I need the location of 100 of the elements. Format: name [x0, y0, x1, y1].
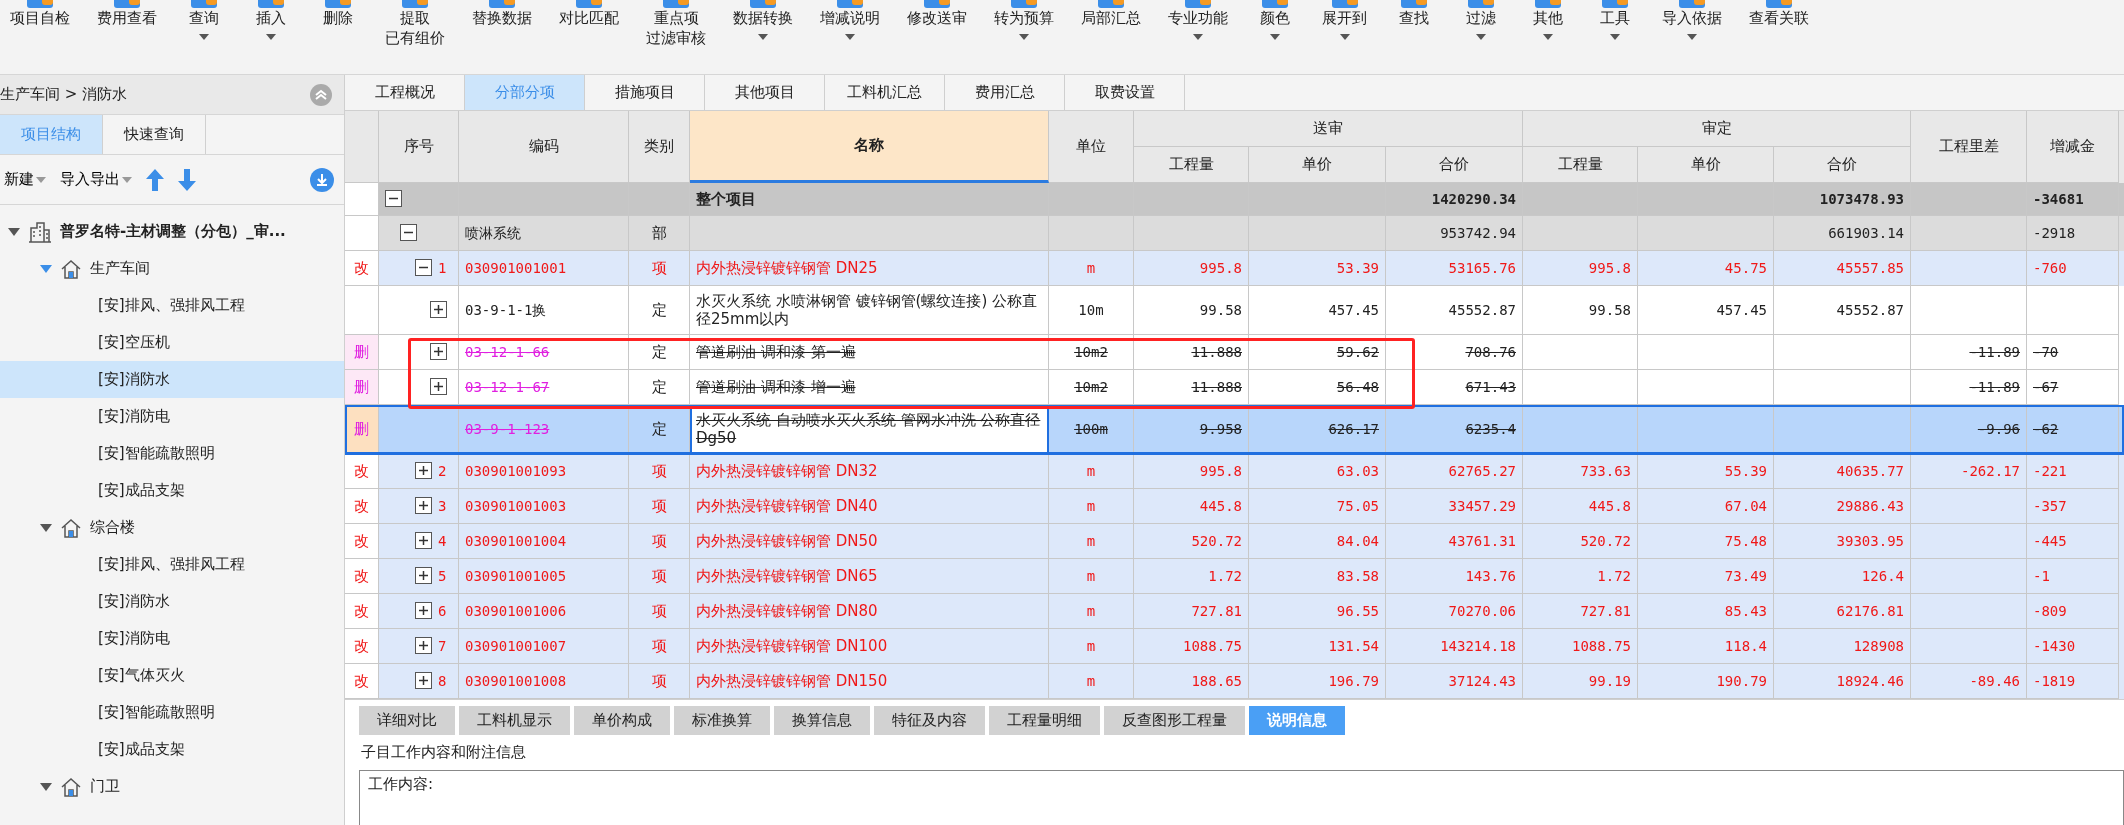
tree-item[interactable]: [安]排风、强排风工程	[0, 287, 344, 324]
code-cell: 030901001093	[459, 453, 629, 489]
collapse-icon[interactable]	[400, 224, 417, 242]
toolbar-button[interactable]: 删除	[316, 0, 360, 28]
column-header[interactable]: 工程里差	[1911, 110, 2027, 183]
expand-icon[interactable]	[415, 462, 432, 480]
tree-item[interactable]: [安]成品支架	[0, 731, 344, 768]
expand-icon[interactable]	[415, 602, 432, 620]
tree-item[interactable]: [安]消防电	[0, 398, 344, 435]
tree-item[interactable]: [安]气体灭火	[0, 657, 344, 694]
column-header[interactable]: 单价	[1638, 146, 1774, 183]
text-area[interactable]: 工作内容:	[359, 770, 2124, 825]
expand-icon[interactable]	[415, 637, 432, 655]
table-row[interactable]: 改 8 030901001008 项 内外热浸锌镀锌钢管 DN150 m 188.65 196.79 37124.43 99.19 190.79 18924.46 -89.46 -1819	[345, 663, 2124, 699]
tree-item[interactable]: 门卫	[0, 768, 344, 805]
tree-item[interactable]: [安]成品支架	[0, 472, 344, 509]
number-cell: 445.8	[1134, 488, 1249, 524]
expand-icon[interactable]	[415, 532, 432, 550]
tab[interactable]: 详细对比	[359, 705, 455, 736]
expand-icon[interactable]	[430, 343, 447, 361]
tree-item[interactable]: [安]消防水	[0, 361, 344, 398]
table-row[interactable]: 喷淋系统 部 953742.94 661903.14 -2918	[345, 215, 2124, 251]
column-header[interactable]: 合价	[1386, 146, 1523, 183]
tab[interactable]: 反查图形工程量	[1104, 705, 1245, 736]
toolbar-button[interactable]: 过滤	[1459, 0, 1503, 40]
toolbar-button[interactable]: 增减说明	[818, 0, 882, 40]
menu-button[interactable]: 新建	[4, 170, 46, 189]
tree-item[interactable]: [安]消防电	[0, 620, 344, 657]
toolbar-button[interactable]: 对比匹配	[557, 0, 621, 28]
expand-icon[interactable]	[415, 497, 432, 515]
toolbar-button[interactable]: 插入	[249, 0, 293, 40]
caret-icon[interactable]	[8, 227, 20, 236]
toolbar-button[interactable]: 替换数据	[470, 0, 534, 28]
toolbar-button[interactable]: 专业功能	[1166, 0, 1230, 40]
column-header[interactable]: 合价	[1774, 146, 1911, 183]
column-header[interactable]: 工程量	[1134, 146, 1249, 183]
table-row[interactable]: 改 1 030901001001 项 内外热浸锌镀锌钢管 DN25 m 995.8 53.39 53165.76 995.8 45.75 45557.85 -760	[345, 250, 2124, 286]
toolbar-button[interactable]: 查询	[182, 0, 226, 40]
column-header[interactable]: 工程量	[1523, 146, 1638, 183]
column-header[interactable]: 编码	[459, 110, 629, 183]
number-cell: 6235.4	[1386, 404, 1523, 454]
column-header[interactable]: 序号	[379, 110, 459, 183]
expand-icon[interactable]	[430, 301, 447, 319]
name-cell: 内外热浸锌镀锌钢管 DN32	[690, 453, 1049, 489]
table-row[interactable]: 改 3 030901001003 项 内外热浸锌镀锌钢管 DN40 m 445.8 75.05 33457.29 445.8 67.04 29886.43 -357	[345, 488, 2124, 524]
number-cell: 995.8	[1523, 250, 1638, 286]
tab[interactable]: 标准换算	[674, 705, 770, 736]
column-header[interactable]: 单位	[1049, 110, 1134, 183]
column-header[interactable]: 单价	[1249, 146, 1386, 183]
tree-item[interactable]: 综合楼	[0, 509, 344, 546]
toolbar-button[interactable]: 数据转换	[731, 0, 795, 40]
toolbar-button[interactable]: 工具	[1593, 0, 1637, 40]
toolbar-button[interactable]: 费用查看	[95, 0, 159, 28]
tab[interactable]: 特征及内容	[874, 705, 985, 736]
caret-icon[interactable]	[40, 264, 52, 273]
caret-icon[interactable]	[40, 523, 52, 532]
tab[interactable]: 单价构成	[574, 705, 670, 736]
toolbar-button[interactable]: 修改送审	[905, 0, 969, 28]
expand-icon[interactable]	[430, 378, 447, 396]
menu-button[interactable]: 导入导出	[60, 170, 132, 189]
tab[interactable]: 工料机显示	[459, 705, 570, 736]
table-row[interactable]: 改 2 030901001093 项 内外热浸锌镀锌钢管 DN32 m 995.8 63.03 62765.27 733.63 55.39 40635.77 -262.17 -221	[345, 453, 2124, 489]
column-header[interactable]: 名称	[690, 110, 1049, 183]
tree-item[interactable]: [安]消防水	[0, 583, 344, 620]
toolbar-button[interactable]: 其他	[1526, 0, 1570, 40]
tab[interactable]: 换算信息	[774, 705, 870, 736]
table-row[interactable]: 整个项目 1420290.34 1073478.93 -34681	[345, 182, 2124, 216]
toolbar-button[interactable]: 局部汇总	[1079, 0, 1143, 28]
collapse-icon[interactable]	[385, 190, 402, 208]
tree-item[interactable]: [安]排风、强排风工程	[0, 546, 344, 583]
down-arrow-icon[interactable]	[178, 168, 196, 191]
collapse-icon[interactable]	[415, 259, 432, 277]
caret-icon[interactable]	[40, 782, 52, 791]
toolbar-button[interactable]: 转为预算	[992, 0, 1056, 40]
expand-icon[interactable]	[415, 567, 432, 585]
tree-item[interactable]: [安]智能疏散照明	[0, 694, 344, 731]
table-row[interactable]: 改 6 030901001006 项 内外热浸锌镀锌钢管 DN80 m 727.81 96.55 70270.06 727.81 85.43 62176.81 -809	[345, 593, 2124, 629]
toolbar-button[interactable]: 重点项 过滤审核	[644, 0, 708, 48]
caret-icon	[1193, 34, 1203, 40]
tab[interactable]: 工程量明细	[989, 705, 1100, 736]
toolbar-button[interactable]: 项目自检	[8, 0, 72, 28]
toolbar-button[interactable]: 查找	[1392, 0, 1436, 28]
toolbar-button[interactable]: 展开到	[1320, 0, 1369, 40]
table-row[interactable]: 删 03-9-1-123 定 水灭火系统 自动喷水灭火系统 管网水冲洗 公称直径Dg50 100m 9.958 626.17 6235.4 -9.96 -62	[345, 404, 2124, 454]
toolbar-button[interactable]: 颜色	[1253, 0, 1297, 40]
expand-icon[interactable]	[415, 672, 432, 690]
tree-item[interactable]: 普罗名特-主材调整（分包）_审...	[0, 213, 344, 250]
column-header[interactable]: 增减金	[2027, 110, 2119, 183]
table-row[interactable]: 改 7 030901001007 项 内外热浸锌镀锌钢管 DN100 m 1088.75 131.54 143214.18 1088.75 118.4 128908 -1430	[345, 628, 2124, 664]
tree-item[interactable]: [安]空压机	[0, 324, 344, 361]
table-row[interactable]: 改 5 030901001005 项 内外热浸锌镀锌钢管 DN65 m 1.72 83.58 143.76 1.72 73.49 126.4 -1	[345, 558, 2124, 594]
toolbar-button[interactable]: 提取 已有组价	[383, 0, 447, 48]
download-icon[interactable]	[310, 167, 334, 192]
tree-item[interactable]: [安]智能疏散照明	[0, 435, 344, 472]
tree-item[interactable]: 生产车间	[0, 250, 344, 287]
unit-cell: 10m2	[1049, 334, 1134, 370]
up-arrow-icon[interactable]	[146, 168, 164, 191]
table-row[interactable]: 改 4 030901001004 项 内外热浸锌镀锌钢管 DN50 m 520.72 84.04 43761.31 520.72 75.48 39303.95 -445	[345, 523, 2124, 559]
toolbar-button[interactable]: 导入依据	[1660, 0, 1724, 40]
toolbar-button[interactable]: 查看关联	[1747, 0, 1811, 28]
